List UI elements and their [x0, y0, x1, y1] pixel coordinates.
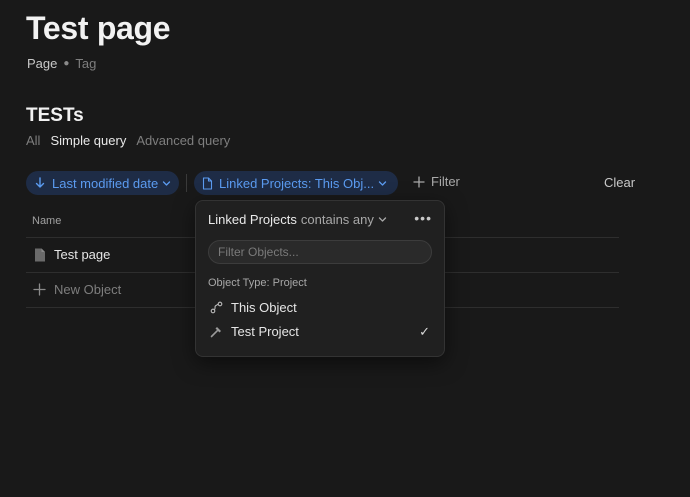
linked-projects-filter-pill[interactable]: Linked Projects: This Obj...: [194, 171, 398, 195]
add-filter-button[interactable]: Filter: [413, 174, 460, 189]
view-tab-simple-query[interactable]: Simple query: [50, 133, 126, 148]
filter-condition: Linked Projects contains any: [208, 212, 387, 227]
clear-button[interactable]: Clear: [604, 175, 635, 190]
option-label: This Object: [231, 300, 297, 315]
chevron-down-icon[interactable]: [378, 215, 387, 224]
toolbar-divider: [186, 174, 187, 192]
new-object-button[interactable]: New Object: [33, 282, 121, 297]
more-options-icon[interactable]: •••: [414, 210, 432, 226]
view-tab-all[interactable]: All: [26, 133, 40, 148]
page-icon: [35, 248, 45, 261]
page-title[interactable]: Test page: [26, 10, 171, 47]
row-name: Test page: [54, 247, 111, 262]
checkmark-icon: ✓: [419, 323, 430, 339]
meta-separator-dot: ●: [63, 58, 70, 69]
filter-objects-search-input[interactable]: [208, 240, 432, 264]
filter-popup: Linked Projects contains any ••• Object …: [195, 200, 445, 357]
plus-icon: [33, 283, 46, 296]
object-type-group-label: Object Type: Project: [208, 277, 307, 289]
chevron-down-icon: [162, 180, 171, 186]
filter-field-label[interactable]: Linked Projects: [208, 212, 297, 227]
page-type-label[interactable]: Page: [27, 56, 57, 71]
option-this-object[interactable]: This Object: [210, 300, 436, 315]
plus-icon: [413, 175, 425, 188]
view-tabs: All Simple query Advanced query: [26, 133, 230, 148]
sort-pill[interactable]: Last modified date: [26, 171, 179, 195]
set-title[interactable]: TESTs: [26, 105, 84, 127]
document-icon: [202, 176, 213, 190]
page-root: Test page Page ● Tag TESTs All Simple qu…: [0, 0, 690, 497]
sort-pill-label: Last modified date: [52, 175, 158, 191]
option-test-project[interactable]: Test Project ✓: [210, 324, 436, 339]
linked-projects-filter-label: Linked Projects: This Obj...: [219, 175, 375, 191]
relation-icon: [210, 301, 223, 314]
new-object-label: New Object: [54, 282, 122, 297]
table-row[interactable]: Test page: [34, 247, 110, 262]
column-header-name[interactable]: Name: [32, 215, 61, 227]
tag-placeholder[interactable]: Tag: [75, 56, 96, 71]
add-filter-label: Filter: [431, 174, 460, 189]
page-meta: Page ● Tag: [27, 56, 96, 71]
option-label: Test Project: [231, 324, 299, 339]
view-tab-advanced-query[interactable]: Advanced query: [136, 133, 230, 148]
filter-operator-dropdown[interactable]: contains any: [301, 212, 374, 227]
chevron-down-icon: [378, 180, 387, 186]
arrow-down-icon: [35, 177, 45, 188]
hammer-icon: [210, 327, 221, 338]
